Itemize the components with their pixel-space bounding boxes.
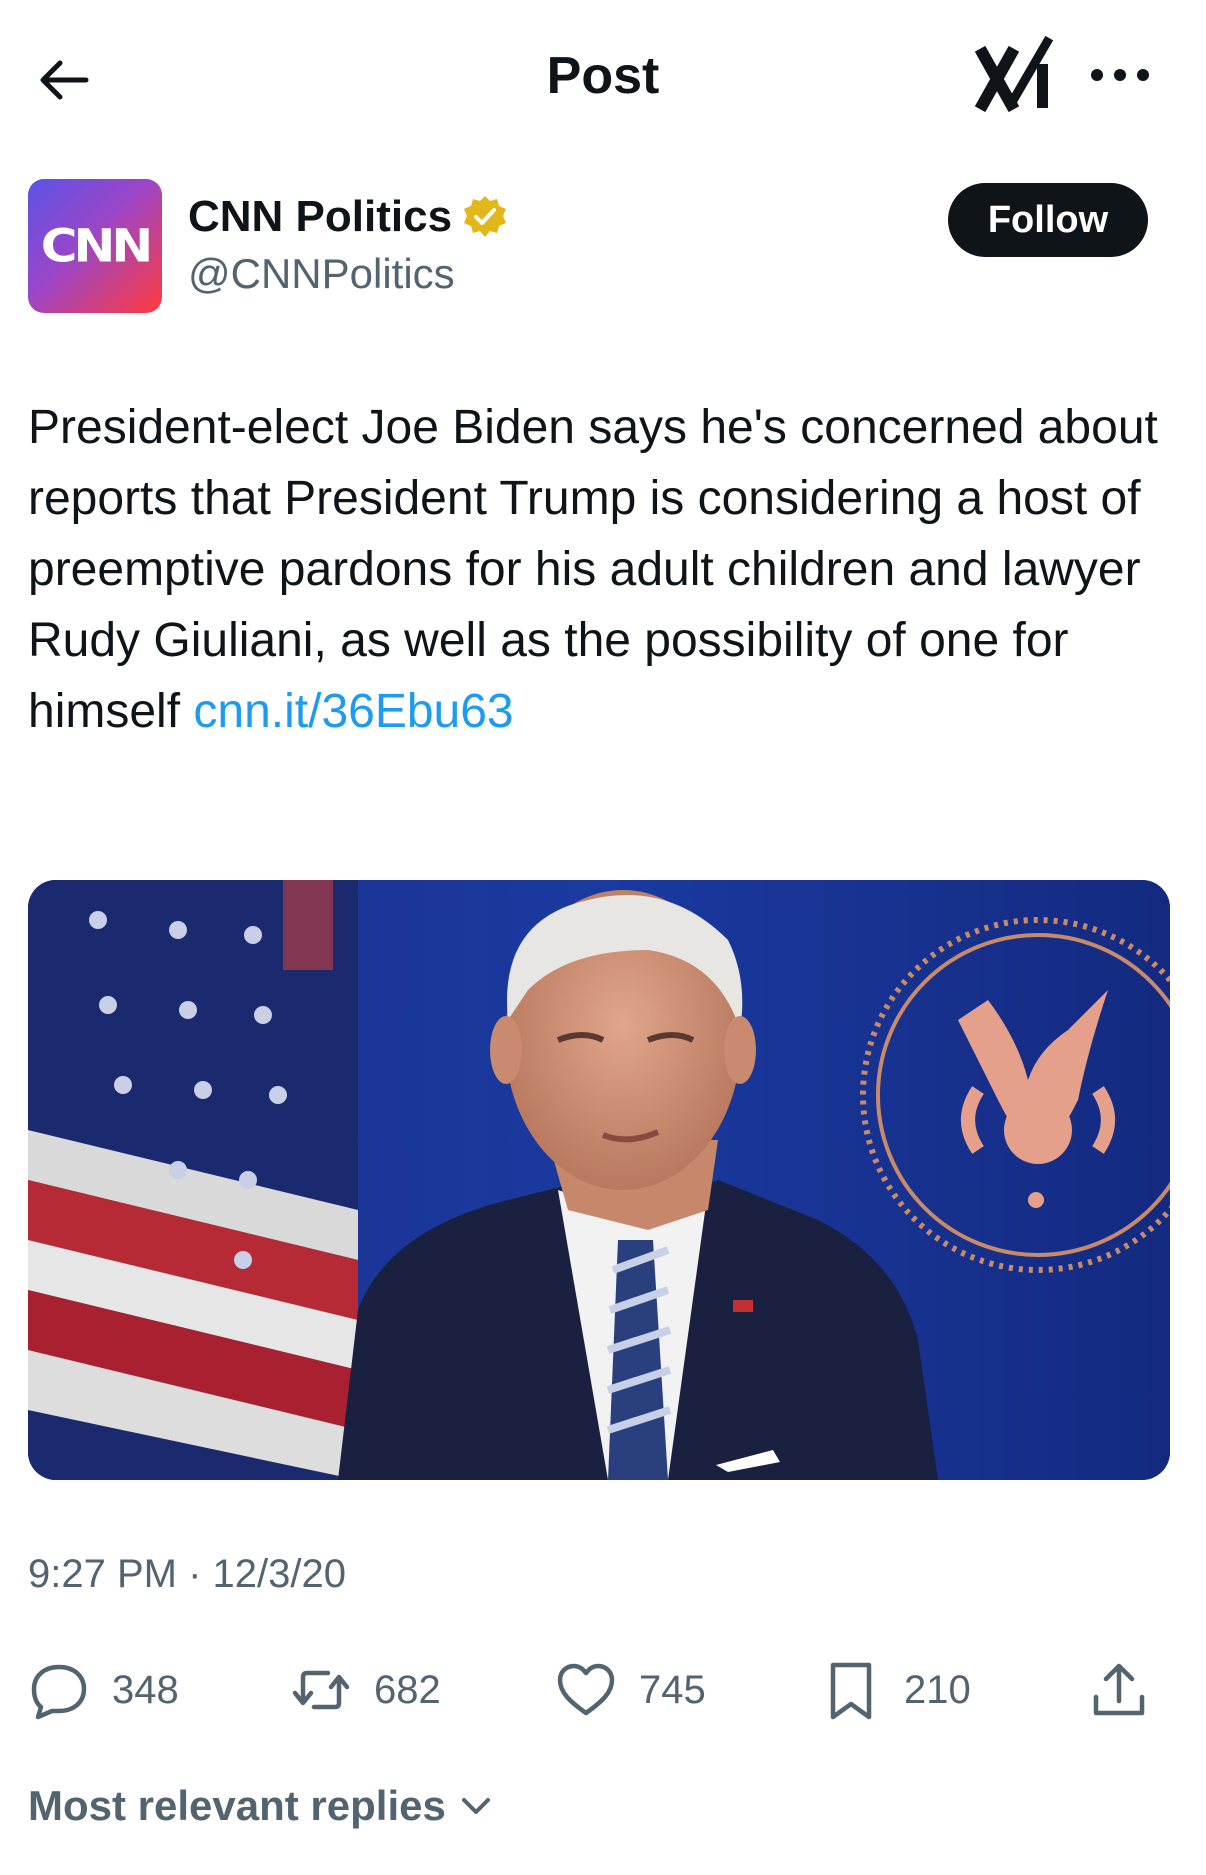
like-count: 745 — [639, 1667, 706, 1712]
tweet-image[interactable] — [28, 880, 1170, 1480]
repost-count: 682 — [374, 1667, 441, 1712]
replies-sort-dropdown[interactable]: Most relevant replies — [28, 1782, 494, 1830]
tweet-link[interactable]: cnn.it/​36Ebu63 — [193, 685, 513, 738]
replies-sort-label: Most relevant replies — [28, 1782, 446, 1829]
flag — [28, 880, 358, 1480]
follow-button[interactable]: Follow — [948, 183, 1148, 257]
author-handle[interactable]: @CNNPolitics — [188, 250, 455, 298]
cnn-logo: CNN — [40, 219, 153, 273]
reply-icon — [31, 1664, 87, 1720]
author-name-text: CNN Politics — [188, 192, 453, 241]
reply-button[interactable]: 348 — [28, 1650, 179, 1730]
like-button[interactable]: 745 — [555, 1650, 706, 1730]
biden-photo — [28, 880, 1170, 1480]
bookmark-button[interactable]: 210 — [820, 1650, 971, 1730]
bookmark-count: 210 — [904, 1667, 971, 1712]
repost-button[interactable]: 682 — [290, 1650, 441, 1730]
share-icon — [1093, 1663, 1145, 1716]
more-options-button[interactable] — [1080, 50, 1160, 100]
verified-badge-icon — [464, 196, 507, 237]
reply-count: 348 — [112, 1667, 179, 1712]
author-name[interactable]: CNN Politics — [188, 192, 508, 242]
chevron-down-icon — [461, 1798, 490, 1814]
heart-icon — [557, 1663, 615, 1716]
share-button[interactable] — [1088, 1650, 1150, 1730]
post-page: Post CNN CNN Politics @CNNPolitics Follo… — [0, 0, 1206, 1875]
tweet-timestamp[interactable]: 9:27 PM · 12/3/20 — [28, 1552, 346, 1597]
action-bar: 348 682 745 210 — [0, 1650, 1206, 1730]
grok-button[interactable] — [974, 34, 1065, 118]
avatar[interactable]: CNN — [28, 179, 162, 313]
more-horizontal-icon — [1091, 69, 1149, 81]
top-bar: Post — [0, 0, 1206, 150]
grok-icon — [974, 35, 1054, 113]
repost-icon — [292, 1670, 350, 1710]
tweet-text: President-elect Joe Biden says he's conc… — [28, 392, 1168, 747]
bookmark-icon — [830, 1662, 872, 1720]
